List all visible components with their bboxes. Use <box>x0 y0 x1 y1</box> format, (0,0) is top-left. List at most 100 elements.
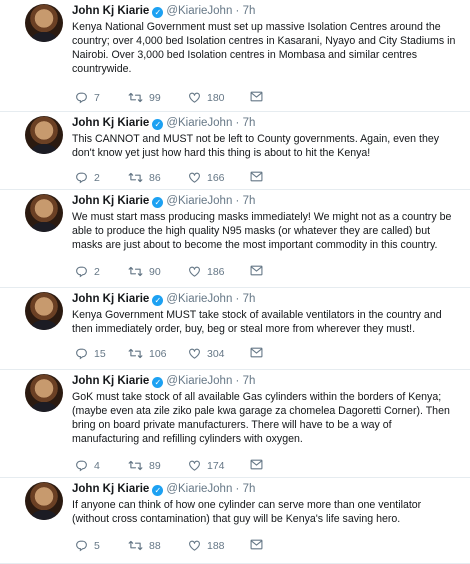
tweet-text-line: able to produce the high quality N95 mas… <box>72 225 431 237</box>
reply-icon <box>75 347 88 360</box>
timestamp[interactable]: 7h <box>243 293 256 305</box>
heart-icon <box>188 265 201 278</box>
direct-message-button[interactable] <box>250 539 263 550</box>
retweet-button[interactable]: 88 <box>128 539 161 552</box>
author-name[interactable]: John Kj Kiarie <box>72 293 149 305</box>
avatar[interactable] <box>25 116 63 154</box>
like-button[interactable]: 188 <box>188 539 225 552</box>
reply-icon <box>75 265 88 278</box>
like-button[interactable]: 180 <box>188 91 225 104</box>
verified-badge-icon: ✓ <box>152 7 164 18</box>
tweet-text-line: GoK must take stock of all available Gas… <box>72 391 442 403</box>
author-name[interactable]: John Kj Kiarie <box>72 375 149 387</box>
tweet-text-line: countrywide. <box>72 63 132 75</box>
like-button[interactable]: 174 <box>188 459 225 472</box>
reply-button[interactable]: 2 <box>75 265 100 278</box>
tweet-text: GoK must take stock of all available Gas… <box>72 390 464 446</box>
tweet-text: Kenya Government MUST take stock of avai… <box>72 308 464 336</box>
tweet-text-line: If anyone can think of how one cylinder … <box>72 499 422 511</box>
tweet[interactable]: John Kj Kiarie ✓ @KiarieJohn · 7h If anyon… <box>0 478 470 564</box>
retweet-button[interactable]: 106 <box>128 347 167 360</box>
reply-button[interactable]: 2 <box>75 171 100 184</box>
timestamp[interactable]: 7h <box>243 375 256 387</box>
reply-button[interactable]: 7 <box>75 91 100 104</box>
reply-count: 4 <box>94 459 100 472</box>
tweet[interactable]: John Kj Kiarie ✓ @KiarieJohn · 7h Kenya Na… <box>0 0 470 112</box>
tweet-text-line: manufacturing and refilling cylinders wi… <box>72 433 303 445</box>
tweet-header: John Kj Kiarie ✓ @KiarieJohn · 7h <box>72 482 255 496</box>
tweet-text-line: This CANNOT and MUST not be left to Coun… <box>72 133 440 145</box>
retweet-icon <box>128 539 143 552</box>
retweet-icon <box>128 265 143 278</box>
tweet-text-line: then immediately order, buy, beg or stea… <box>72 323 416 335</box>
tweet-header: John Kj Kiarie ✓ @KiarieJohn · 7h <box>72 374 255 388</box>
tweet[interactable]: John Kj Kiarie ✓ @KiarieJohn · 7h GoK must… <box>0 370 470 478</box>
author-handle[interactable]: @KiarieJohn <box>166 195 232 207</box>
like-button[interactable]: 304 <box>188 347 225 360</box>
author-handle[interactable]: @KiarieJohn <box>166 117 232 129</box>
tweet-text: Kenya National Government must set up ma… <box>72 20 464 76</box>
tweet-text: This CANNOT and MUST not be left to Coun… <box>72 132 464 160</box>
timestamp[interactable]: 7h <box>243 483 256 495</box>
tweet[interactable]: John Kj Kiarie ✓ @KiarieJohn · 7h Kenya Go… <box>0 288 470 370</box>
retweet-button[interactable]: 86 <box>128 171 161 184</box>
separator-dot: · <box>235 375 240 387</box>
reply-button[interactable]: 4 <box>75 459 100 472</box>
retweet-icon <box>128 171 143 184</box>
separator-dot: · <box>235 483 240 495</box>
like-button[interactable]: 186 <box>188 265 225 278</box>
avatar[interactable] <box>25 194 63 232</box>
author-name[interactable]: John Kj Kiarie <box>72 195 149 207</box>
reply-icon <box>75 91 88 104</box>
retweet-button[interactable]: 89 <box>128 459 161 472</box>
avatar[interactable] <box>25 292 63 330</box>
tweet[interactable]: John Kj Kiarie ✓ @KiarieJohn · 7h This CAN… <box>0 112 470 190</box>
heart-icon <box>188 91 201 104</box>
separator-dot: · <box>235 117 240 129</box>
author-name[interactable]: John Kj Kiarie <box>72 117 149 129</box>
direct-message-button[interactable] <box>250 347 263 358</box>
retweet-button[interactable]: 90 <box>128 265 161 278</box>
reply-count: 2 <box>94 265 100 278</box>
tweet-header: John Kj Kiarie ✓ @KiarieJohn · 7h <box>72 194 255 208</box>
separator-dot: · <box>235 293 240 305</box>
like-count: 174 <box>207 459 225 472</box>
like-count: 180 <box>207 91 225 104</box>
like-button[interactable]: 166 <box>188 171 225 184</box>
verified-badge-icon: ✓ <box>152 119 164 130</box>
avatar[interactable] <box>25 4 63 42</box>
envelope-icon <box>250 459 263 470</box>
timestamp[interactable]: 7h <box>243 117 256 129</box>
author-name[interactable]: John Kj Kiarie <box>72 483 149 495</box>
timestamp[interactable]: 7h <box>243 5 256 17</box>
heart-icon <box>188 347 201 360</box>
reply-button[interactable]: 5 <box>75 539 100 552</box>
tweet-text-line: (without cross contamination) that guy w… <box>72 513 401 525</box>
verified-badge-icon: ✓ <box>152 377 164 388</box>
tweet[interactable]: John Kj Kiarie ✓ @KiarieJohn · 7h We must … <box>0 190 470 288</box>
direct-message-button[interactable] <box>250 459 263 470</box>
retweet-button[interactable]: 99 <box>128 91 161 104</box>
avatar[interactable] <box>25 374 63 412</box>
reply-icon <box>75 539 88 552</box>
tweet-text-line: bring on board private manufacturers. Th… <box>72 419 392 431</box>
author-handle[interactable]: @KiarieJohn <box>166 5 232 17</box>
tweet-text-line: Kenya National Government must set up ma… <box>72 21 441 33</box>
reply-button[interactable]: 15 <box>75 347 106 360</box>
avatar[interactable] <box>25 482 63 520</box>
tweet-header: John Kj Kiarie ✓ @KiarieJohn · 7h <box>72 292 255 306</box>
envelope-icon <box>250 265 263 276</box>
author-handle[interactable]: @KiarieJohn <box>166 293 232 305</box>
heart-icon <box>188 459 201 472</box>
author-handle[interactable]: @KiarieJohn <box>166 483 232 495</box>
verified-badge-icon: ✓ <box>152 197 164 208</box>
retweet-count: 86 <box>149 171 161 184</box>
direct-message-button[interactable] <box>250 91 263 102</box>
timestamp[interactable]: 7h <box>243 195 256 207</box>
direct-message-button[interactable] <box>250 265 263 276</box>
envelope-icon <box>250 171 263 182</box>
author-name[interactable]: John Kj Kiarie <box>72 5 149 17</box>
author-handle[interactable]: @KiarieJohn <box>166 375 232 387</box>
direct-message-button[interactable] <box>250 171 263 182</box>
reply-icon <box>75 171 88 184</box>
